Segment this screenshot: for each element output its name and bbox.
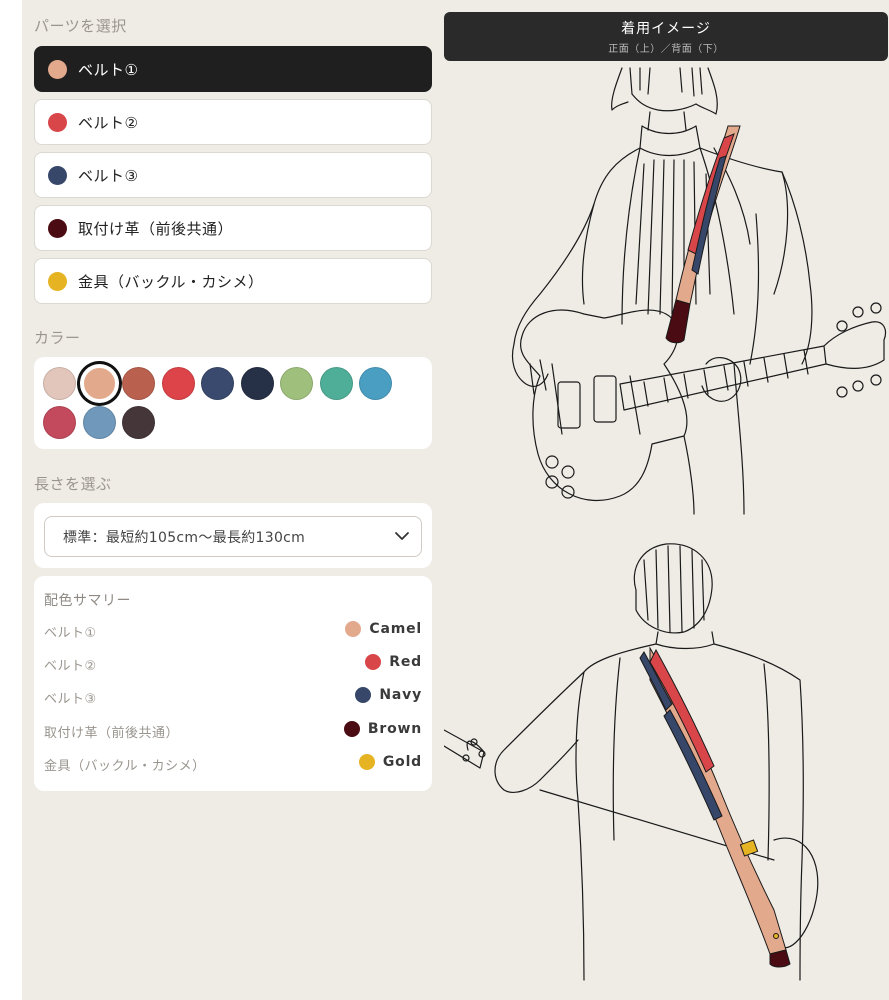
- summary-color-dot: [365, 654, 382, 670]
- summary-color-name: Gold: [382, 754, 422, 770]
- part-label: ベルト②: [78, 113, 139, 132]
- parts-section-label: パーツを選択: [34, 17, 127, 35]
- part-button-hardware[interactable]: 金具（バックル・カシメ）: [34, 258, 432, 304]
- swatch-red[interactable]: [162, 367, 195, 400]
- summary-part-label: ベルト③: [44, 692, 97, 707]
- length-section-label: 長さを選ぶ: [34, 475, 112, 493]
- swatch-teal[interactable]: [320, 367, 353, 400]
- color-summary-card: 配色サマリー ベルト① Camel ベルト② Red ベルト③ Navy 取付け…: [34, 576, 432, 791]
- swatch-blue[interactable]: [359, 367, 392, 400]
- app-root: パーツを選択 ベルト① ベルト② ベルト③ 取付け革（前後共通） 金具（バックル…: [22, 0, 889, 1000]
- swatch-steel-blue[interactable]: [83, 406, 116, 439]
- summary-color-dot: [358, 754, 375, 770]
- part-color-dot: [48, 271, 67, 291]
- back-view-illustration: [444, 543, 819, 981]
- summary-part-label: 取付け革（前後共通）: [44, 726, 180, 741]
- summary-color-name: Camel: [369, 621, 422, 637]
- color-section-label: カラー: [34, 329, 81, 347]
- part-button-belt-1[interactable]: ベルト①: [34, 46, 432, 92]
- summary-color-name: Brown: [367, 721, 422, 737]
- summary-part-label: ベルト②: [44, 659, 97, 674]
- part-label: 金具（バックル・カシメ）: [78, 272, 264, 291]
- preview-subtitle: 正面（上）／背面（下）: [608, 44, 724, 55]
- swatch-pink-beige[interactable]: [43, 367, 76, 400]
- length-select[interactable]: 標準：最短約105cm〜最長約130cm: [44, 516, 422, 557]
- length-card: 標準：最短約105cm〜最長約130cm: [34, 503, 432, 568]
- part-color-dot: [48, 218, 67, 238]
- summary-part-label: ベルト①: [44, 626, 97, 641]
- summary-part-label: 金具（バックル・カシメ）: [44, 759, 206, 774]
- summary-row: 金具（バックル・カシメ） Gold: [44, 752, 422, 774]
- swatch-camel[interactable]: [83, 367, 116, 400]
- part-color-dot: [48, 165, 67, 185]
- swatch-green[interactable]: [280, 367, 313, 400]
- part-label: ベルト③: [78, 166, 139, 185]
- length-select-value: 標準：最短約105cm〜最長約130cm: [63, 529, 306, 546]
- part-label: 取付け革（前後共通）: [78, 219, 234, 238]
- chevron-down-icon: [395, 532, 409, 540]
- summary-row: ベルト② Red: [44, 652, 422, 674]
- preview-header: 着用イメージ 正面（上）／背面（下）: [444, 12, 888, 61]
- part-label: ベルト①: [78, 60, 139, 79]
- part-button-belt-3[interactable]: ベルト③: [34, 152, 432, 198]
- summary-row: ベルト① Camel: [44, 619, 422, 641]
- swatch-dark-brown[interactable]: [122, 406, 155, 439]
- summary-color-dot: [355, 687, 372, 703]
- color-swatch-panel: [34, 357, 432, 449]
- preview-title: 着用イメージ: [621, 21, 711, 37]
- summary-color-name: Red: [389, 654, 422, 670]
- summary-color-dot: [343, 721, 360, 737]
- swatch-dark-navy[interactable]: [241, 367, 274, 400]
- part-button-leather-tab[interactable]: 取付け革（前後共通）: [34, 205, 432, 251]
- summary-row: 取付け革（前後共通） Brown: [44, 719, 422, 741]
- front-view-illustration: [511, 67, 887, 515]
- summary-row: ベルト③ Navy: [44, 685, 422, 707]
- swatch-rose[interactable]: [43, 406, 76, 439]
- summary-color-name: Navy: [379, 687, 422, 703]
- swatch-terracotta[interactable]: [122, 367, 155, 400]
- part-color-dot: [48, 112, 67, 132]
- part-color-dot: [48, 59, 67, 79]
- summary-color-dot: [345, 621, 362, 637]
- summary-title: 配色サマリー: [44, 593, 131, 609]
- swatch-navy[interactable]: [201, 367, 234, 400]
- part-button-belt-2[interactable]: ベルト②: [34, 99, 432, 145]
